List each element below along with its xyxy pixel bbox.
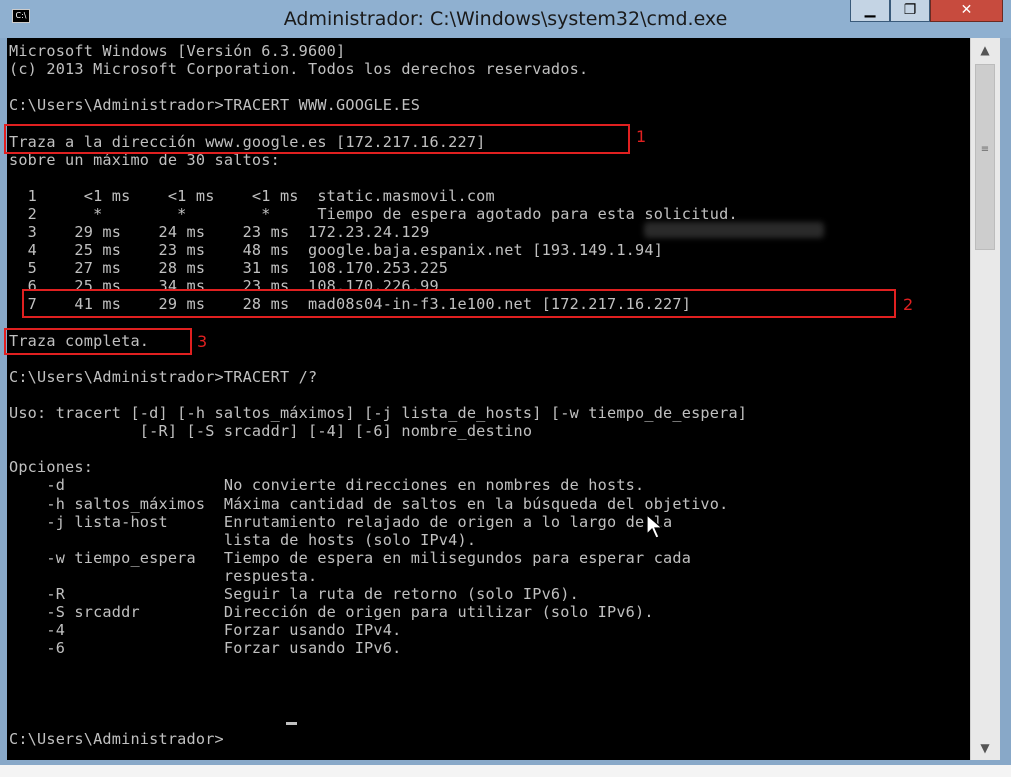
console-line: 1 <1 ms <1 ms <1 ms static.masmovil.com <box>9 186 495 205</box>
mouse-pointer-icon <box>646 514 664 539</box>
highlight-box-2 <box>22 289 896 318</box>
console-line: C:\Users\Administrador> <box>9 729 224 748</box>
console-line: -h saltos_máximos Máxima cantidad de sal… <box>9 494 729 513</box>
console-line: 4 25 ms 23 ms 48 ms google.baja.espanix.… <box>9 241 664 260</box>
highlight-label-1: 1 <box>636 127 647 146</box>
console-line: (c) 2013 Microsoft Corporation. Todos lo… <box>9 60 589 79</box>
close-button[interactable]: ✕ <box>930 0 1003 22</box>
console-line: -4 Forzar usando IPv4. <box>9 621 402 640</box>
console-line: C:\Users\Administrador>TRACERT WWW.GOOGL… <box>9 96 421 115</box>
close-icon: ✕ <box>960 2 973 18</box>
redacted-ip <box>644 222 824 238</box>
console-line: -j lista-host Enrutamiento relajado de o… <box>9 512 673 531</box>
text-cursor <box>286 722 297 725</box>
console-line: Microsoft Windows [Versión 6.3.9600] <box>9 42 346 60</box>
console-line: 3 29 ms 24 ms 23 ms 172.23.24.129 <box>9 223 430 241</box>
minimize-icon: ▁ <box>864 2 876 18</box>
scrollbar-thumb[interactable]: ≡ <box>975 64 995 250</box>
minimize-button[interactable]: ▁ <box>850 0 890 22</box>
console-line: [-R] [-S srcaddr] [-4] [-6] nombre_desti… <box>9 422 533 441</box>
console-line: respuesta. <box>9 566 318 585</box>
console-line: -w tiempo_espera Tiempo de espera en mil… <box>9 548 692 567</box>
highlight-box-3 <box>4 328 192 355</box>
console-line: C:\Users\Administrador>TRACERT /? <box>9 367 318 386</box>
highlight-box-1 <box>4 124 630 154</box>
grip-icon: ≡ <box>980 144 990 155</box>
title-bar[interactable]: C:\ Administrador: C:\Windows\system32\c… <box>0 0 1011 38</box>
console-line: 2 * * * Tiempo de espera agotado para es… <box>9 204 738 223</box>
console-line: -d No convierte direcciones en nombres d… <box>9 476 645 495</box>
console-line: -R Seguir la ruta de retorno (solo IPv6)… <box>9 585 579 603</box>
restore-icon: ❐ <box>903 2 917 18</box>
console-line: 5 27 ms 28 ms 31 ms 108.170.253.225 <box>9 259 449 278</box>
console-line: -S srcaddr Dirección de origen para util… <box>9 603 654 622</box>
scroll-down-arrow-icon[interactable]: ▼ <box>975 738 995 758</box>
cmd-window: C:\ Administrador: C:\Windows\system32\c… <box>0 0 1011 777</box>
console-line: Uso: tracert [-d] [-h saltos_máximos] [-… <box>9 404 748 422</box>
highlight-label-2: 2 <box>903 295 914 314</box>
vertical-scrollbar[interactable]: ▲ ≡ ▼ <box>970 38 1000 760</box>
console-line: lista de hosts (solo IPv4). <box>9 530 477 549</box>
maximize-button[interactable]: ❐ <box>890 0 930 22</box>
console-line: -6 Forzar usando IPv6. <box>9 639 402 658</box>
scroll-up-arrow-icon[interactable]: ▲ <box>975 40 995 60</box>
highlight-label-3: 3 <box>197 332 208 351</box>
console-line: Opciones: <box>9 458 94 477</box>
bottom-edge <box>0 765 1011 777</box>
